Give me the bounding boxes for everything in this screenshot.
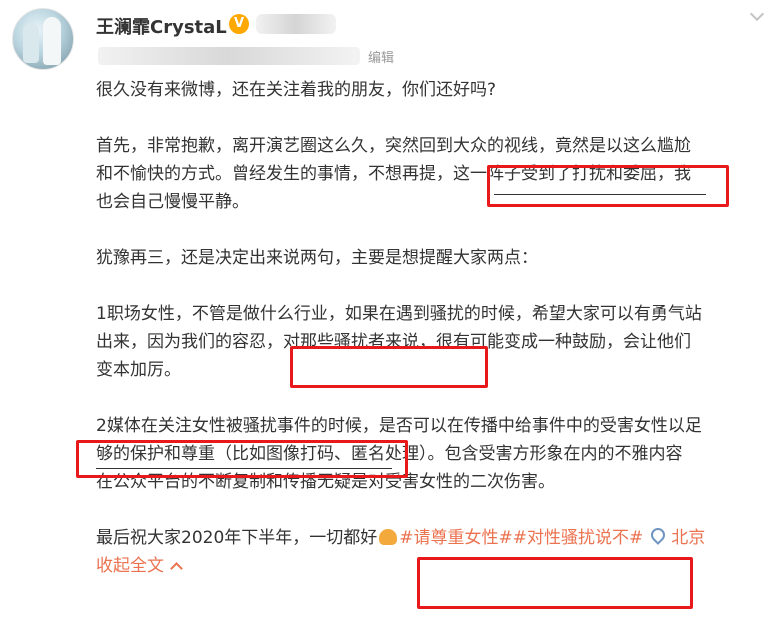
post-line: 最后祝大家2020年下半年，一切都好 #请尊重女性##对性骚扰说不# 北京 [96, 524, 768, 552]
location-link[interactable]: 北京 [671, 528, 705, 548]
chevron-down-icon[interactable] [749, 6, 765, 22]
post-line: 很久没有来微博，还在关注着我的朋友，你们还好吗? [96, 80, 497, 100]
avatar-figure-left [23, 23, 39, 63]
annotation-box [290, 346, 488, 388]
chevron-up-icon[interactable] [170, 562, 183, 575]
annotation-box [76, 440, 408, 478]
pray-hands-emoji-icon [379, 529, 398, 545]
username[interactable]: 王澜霏CrystaL [96, 13, 227, 39]
collapse-button[interactable]: 收起全文 [96, 556, 164, 576]
annotation-box [417, 557, 693, 609]
post-line: 犹豫再三，还是决定出来说两句，主要是想提醒大家两点： [96, 248, 538, 268]
verified-badge-icon: V [229, 14, 249, 34]
post-line: 首先，非常抱歉，离开演艺圈这么久，突然回到大众的视线，竟然是以这么尴尬 [96, 136, 691, 156]
redacted-name-blur [256, 14, 336, 34]
hashtag-link[interactable]: #请尊重女性# [399, 528, 513, 548]
location-pin-icon [648, 525, 669, 545]
post-line: 2媒体在关注女性被骚扰事件的时候，是否可以在传播中给事件中的受害女性以足 [96, 412, 768, 440]
text-span: 最后祝大家2020年下半年，一切都好 [96, 528, 378, 548]
post-body: 很久没有来微博，还在关注着我的朋友，你们还好吗? 首先，非常抱歉，离开演艺圈这么… [96, 76, 768, 580]
post-line: 1职场女性，不管是做什么行业，如果在遇到骚扰的时候，希望大家可以有勇气站 [96, 304, 702, 324]
text-span: 出来，因为我们的容忍， [96, 332, 283, 352]
underline-mark [96, 468, 392, 469]
underline-mark [494, 194, 706, 195]
text-span: ，是否可以在传播中给事件中的受害女性以足 [361, 416, 702, 436]
avatar[interactable] [12, 8, 74, 70]
highlighted-text: 2媒体在关注女性被骚扰事件的时候 [96, 416, 362, 436]
redacted-timestamp-blur [98, 47, 360, 65]
edit-label[interactable]: 编辑 [368, 47, 394, 66]
text-span: 和不愉快的方式。曾经发生的事情，不想再提， [96, 164, 453, 184]
annotation-box [487, 165, 729, 207]
avatar-figure-right [43, 17, 61, 65]
hashtag-link[interactable]: #对性骚扰说不# [513, 528, 644, 548]
